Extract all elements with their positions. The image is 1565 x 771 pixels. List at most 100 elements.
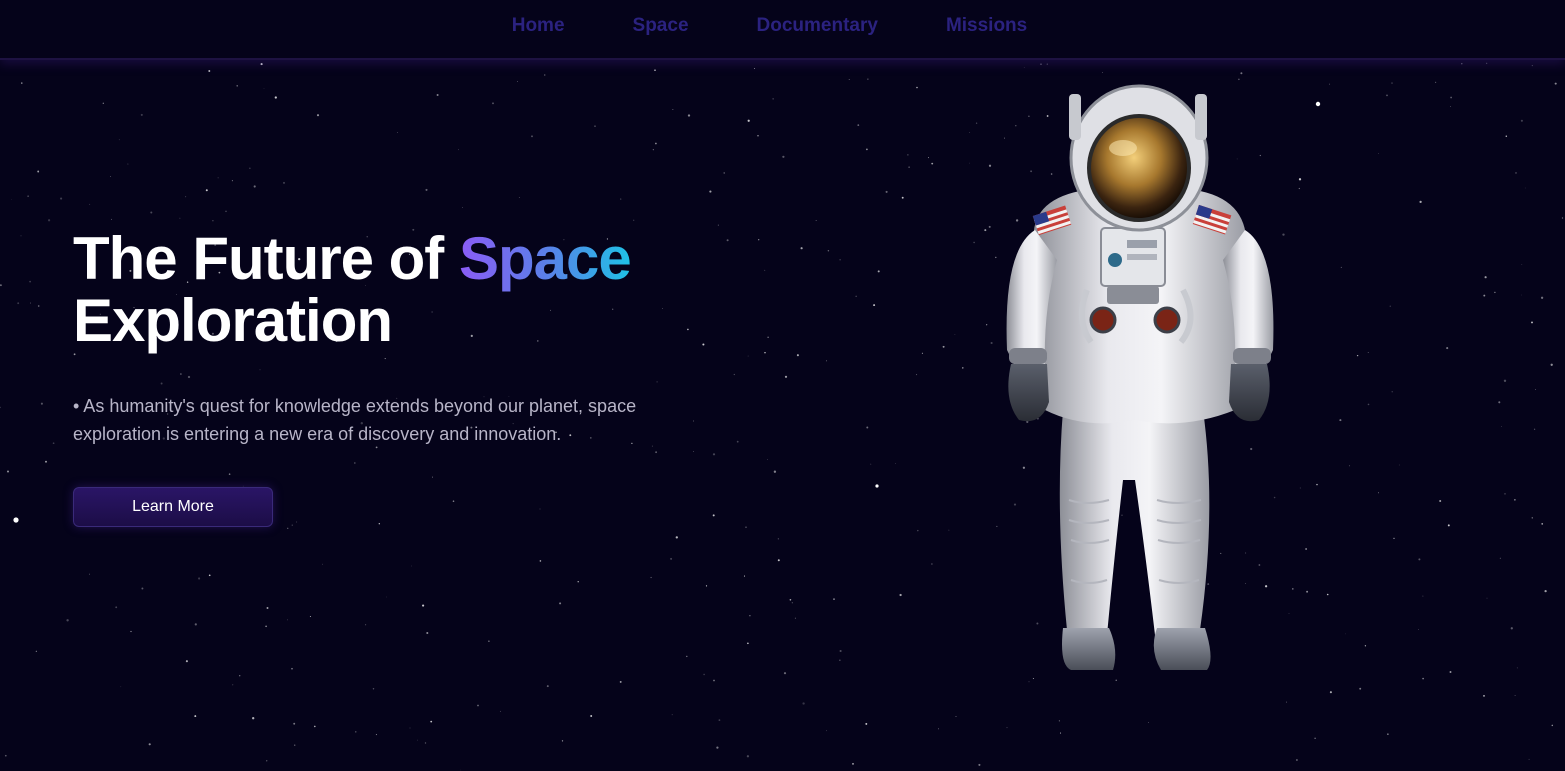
star-dot bbox=[1378, 153, 1379, 155]
star-dot bbox=[656, 381, 658, 383]
star-dot bbox=[703, 673, 705, 676]
star-dot bbox=[969, 162, 970, 164]
star-dot bbox=[1524, 187, 1526, 189]
star-dot bbox=[865, 722, 868, 725]
nav-item-documentary[interactable]: Documentary bbox=[757, 15, 878, 37]
star-dot bbox=[852, 763, 854, 765]
star-dot bbox=[907, 154, 909, 156]
star-dot bbox=[20, 235, 22, 237]
star-dot bbox=[1418, 558, 1421, 561]
hero-title-part1: The Future of bbox=[73, 225, 459, 292]
star-dot bbox=[397, 131, 398, 133]
star-dot bbox=[1533, 428, 1536, 430]
star-dot bbox=[1486, 597, 1488, 599]
star-dot bbox=[1520, 119, 1523, 122]
star-dot bbox=[0, 406, 1, 409]
star-dot bbox=[1298, 187, 1300, 190]
star-dot bbox=[827, 250, 830, 252]
star-dot bbox=[716, 746, 719, 749]
star-dot bbox=[594, 125, 596, 127]
star-dot bbox=[287, 527, 289, 529]
nav-item-missions[interactable]: Missions bbox=[946, 15, 1027, 37]
star-dot bbox=[539, 560, 542, 562]
star-dot bbox=[1494, 291, 1496, 294]
star-dot bbox=[873, 304, 876, 307]
star-dot bbox=[518, 197, 520, 199]
star-dot bbox=[1521, 264, 1523, 265]
star-dot bbox=[717, 224, 719, 226]
star-dot bbox=[561, 740, 564, 742]
star-dot bbox=[848, 78, 850, 80]
page: Home Space Documentary Missions The Futu… bbox=[0, 0, 1565, 771]
nav-item-space[interactable]: Space bbox=[633, 15, 689, 37]
star-dot bbox=[1516, 667, 1518, 669]
star-dot bbox=[1544, 589, 1547, 593]
star-dot bbox=[436, 94, 439, 96]
star-dot bbox=[60, 197, 63, 200]
star-dot bbox=[1486, 62, 1488, 64]
star-dot bbox=[353, 462, 356, 464]
star-dot bbox=[1554, 82, 1557, 85]
star-dot bbox=[712, 453, 716, 456]
star-dot bbox=[675, 536, 678, 539]
star-dot bbox=[931, 563, 933, 565]
star-dot bbox=[1398, 464, 1400, 466]
star-dot bbox=[355, 731, 357, 733]
star-dot bbox=[252, 717, 255, 720]
star-dot bbox=[633, 219, 635, 221]
star-dot bbox=[1450, 96, 1452, 99]
star-dot bbox=[1510, 627, 1513, 630]
star-dot bbox=[693, 420, 694, 422]
star-dot bbox=[1367, 351, 1369, 353]
star-dot bbox=[263, 88, 265, 89]
star-dot bbox=[921, 352, 923, 354]
star-dot bbox=[687, 114, 691, 117]
star-dot bbox=[782, 155, 785, 158]
star-dot bbox=[1391, 391, 1393, 393]
star-dot bbox=[784, 375, 788, 378]
star-dot bbox=[0, 284, 2, 287]
star-dot bbox=[1316, 483, 1318, 486]
bright-star bbox=[1315, 101, 1321, 107]
star-dot bbox=[895, 463, 897, 465]
learn-more-button[interactable]: Learn More bbox=[73, 487, 273, 527]
star-dot bbox=[212, 219, 214, 222]
star-dot bbox=[747, 642, 749, 645]
star-dot bbox=[990, 341, 993, 345]
star-dot bbox=[736, 440, 739, 443]
star-dot bbox=[745, 526, 747, 528]
star-dot bbox=[37, 170, 40, 173]
star-dot bbox=[777, 538, 779, 540]
hero-title-part2: Exploration bbox=[73, 287, 393, 354]
star-dot bbox=[266, 760, 268, 762]
star-dot bbox=[89, 573, 91, 575]
star-dot bbox=[1006, 727, 1008, 729]
star-dot bbox=[652, 149, 654, 151]
star-dot bbox=[309, 615, 311, 618]
star-dot bbox=[21, 82, 23, 84]
nav-item-home[interactable]: Home bbox=[512, 15, 565, 37]
star-dot bbox=[1499, 557, 1501, 559]
star-dot bbox=[1540, 296, 1544, 299]
star-dot bbox=[931, 162, 934, 165]
star-dot bbox=[687, 328, 689, 331]
star-dot bbox=[733, 373, 735, 376]
star-dot bbox=[66, 619, 69, 622]
astronaut-image bbox=[1006, 84, 1274, 670]
star-dot bbox=[27, 195, 29, 197]
star-dot bbox=[791, 602, 793, 604]
star-dot bbox=[424, 742, 427, 744]
star-dot bbox=[185, 660, 188, 663]
star-dot bbox=[948, 529, 950, 531]
star-dot bbox=[916, 86, 918, 89]
star-dot bbox=[10, 199, 12, 200]
star-dot bbox=[955, 715, 957, 717]
star-dot bbox=[917, 529, 919, 532]
star-dot bbox=[365, 624, 367, 626]
star-dot bbox=[796, 354, 799, 357]
star-dot bbox=[316, 114, 320, 117]
star-dot bbox=[291, 667, 293, 670]
star-dot bbox=[988, 225, 991, 228]
star-dot bbox=[975, 122, 978, 124]
star-dot bbox=[430, 720, 433, 723]
